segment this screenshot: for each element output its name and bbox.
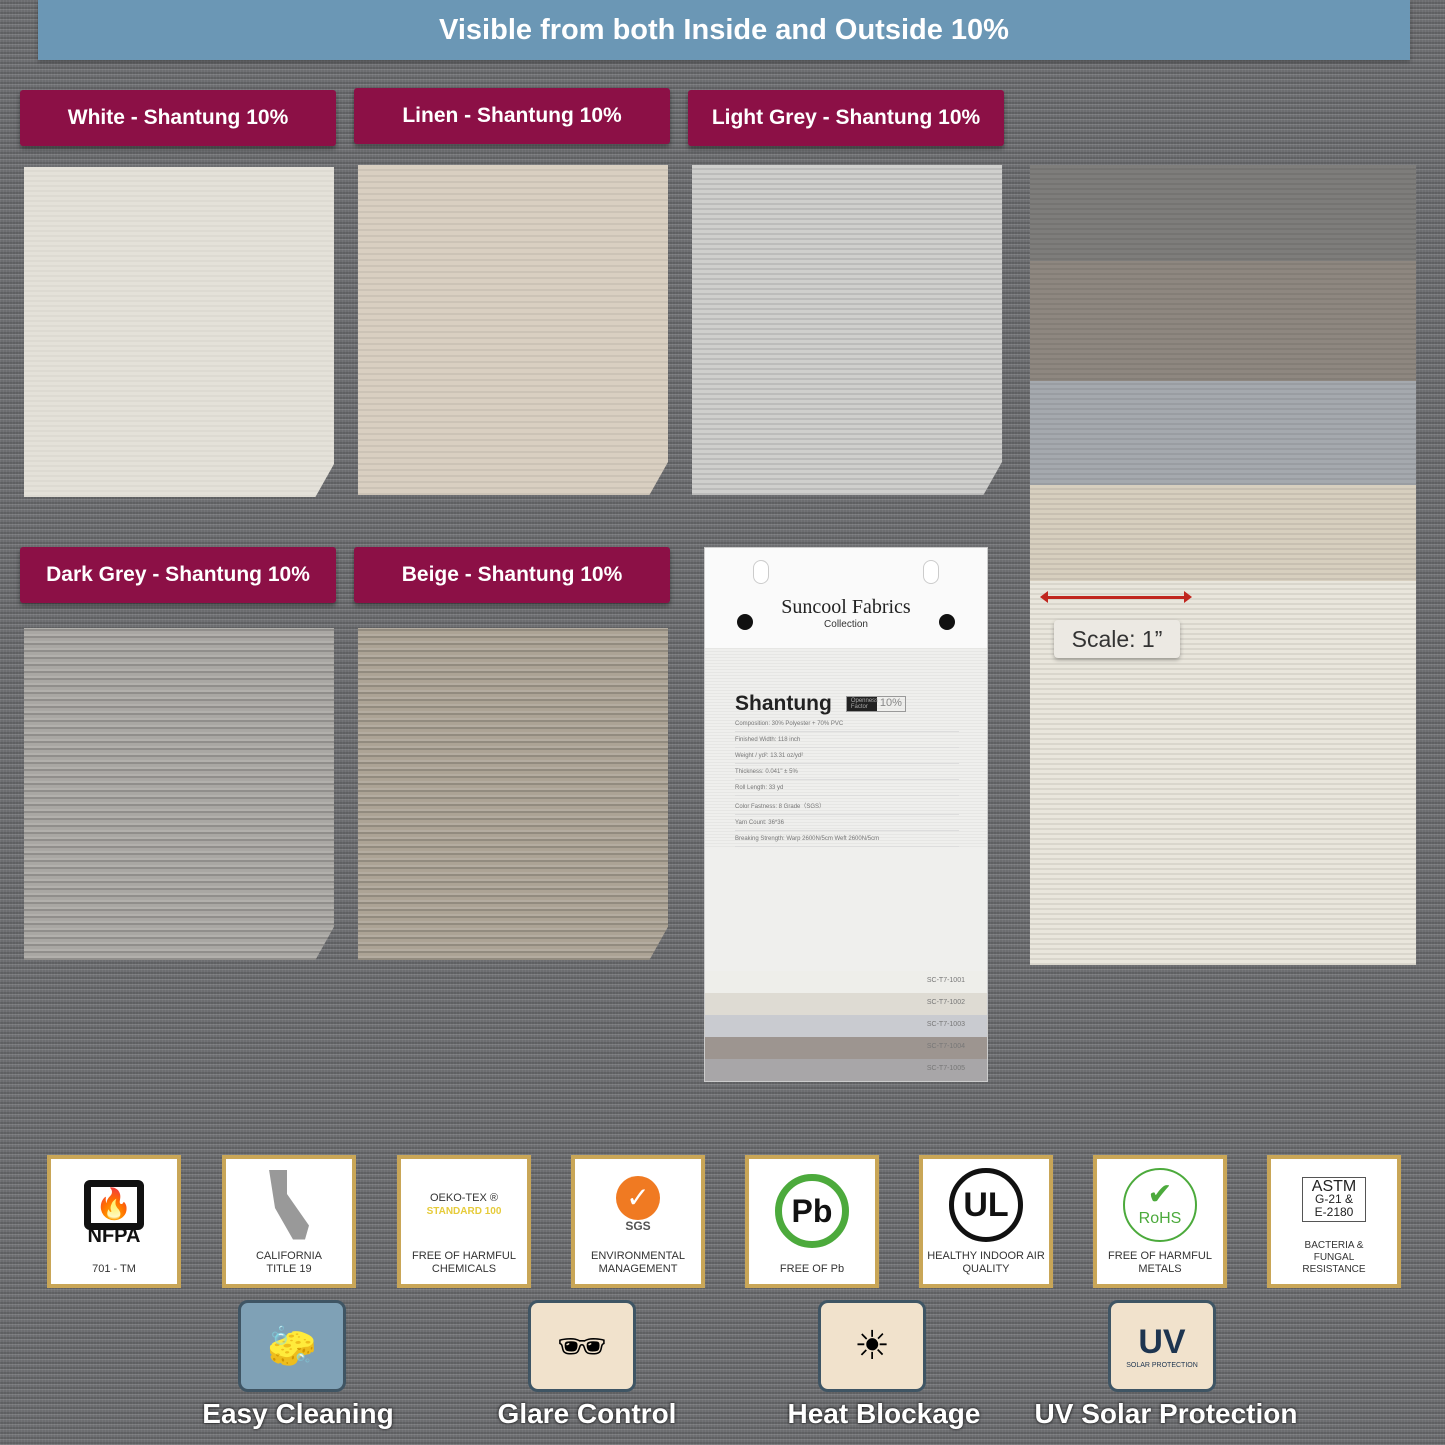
fabric-code: SC-T7-1001 [705,971,987,993]
openness-tag: Openness Factor 10% [845,696,906,712]
swatch-label-beige: Beige - Shantung 10% [354,547,670,603]
california-map-icon [226,1159,352,1250]
swatch-beige [358,628,668,960]
swatch-white [24,167,334,497]
scale-label: Scale: 1” [1054,620,1180,658]
swatch-label-light-grey: Light Grey - Shantung 10% [688,90,1004,146]
astm-icon: ASTM G-21 & E-2180 [1271,1159,1397,1240]
spec-line: Yarn Count: 36*36 [735,815,959,831]
fabric-stack-closeup [1030,165,1416,965]
title-banner: Visible from both Inside and Outside 10% [38,0,1410,60]
sample-card: Suncool Fabrics Collection Shantung Open… [704,547,988,1082]
fabric-code: SC-T7-1005 [705,1059,987,1081]
badge-sgs: ✓ SGS ENVIRONMENTAL MANAGEMENT [571,1155,705,1288]
flame-icon: 🔥 NFPA [51,1159,177,1263]
scale-arrow-icon [1040,591,1192,603]
rohs-check-icon: ✔ RoHS [1097,1159,1223,1250]
badge-free-of-pb: Pb FREE OF Pb [745,1155,879,1288]
hanger-hole-icon [753,560,769,584]
badge-ul: UL HEALTHY INDOOR AIR QUALITY [919,1155,1053,1288]
fabric-code: SC-T7-1002 [705,993,987,1015]
feature-label: Easy Cleaning [202,1398,394,1429]
spec-line: Composition: 30% Polyester + 70% PVC [735,716,959,732]
swatch-label-linen: Linen - Shantung 10% [354,88,670,144]
hanger-hole-icon [923,560,939,584]
spec-line: Finished Width: 118 inch [735,732,959,748]
uv-shade-icon: UV SOLAR PROTECTION [1108,1300,1216,1392]
swatch-dark-grey [24,628,334,960]
spec-line: Thickness: 0.041" ± 5% [735,764,959,780]
badge-rohs: ✔ RoHS FREE OF HARMFUL METALS [1093,1155,1227,1288]
sgs-check-icon: ✓ SGS [575,1159,701,1250]
badge-nfpa: 🔥 NFPA 701 - TM [47,1155,181,1288]
feature-label: Heat Blockage [787,1398,981,1429]
fabric-code: SC-T7-1004 [705,1037,987,1059]
swatch-label-white: White - Shantung 10% [20,90,336,146]
fabric-code: SC-T7-1003 [705,1015,987,1037]
ul-icon: UL [923,1159,1049,1250]
badge-astm: ASTM G-21 & E-2180 BACTERIA & FUNGAL RESI… [1267,1155,1401,1288]
swatch-light-grey [692,165,1002,495]
card-brand: Suncool Fabrics [781,596,911,618]
card-title: Shantung [735,692,832,715]
feature-label: Glare Control [497,1398,677,1429]
rivet-icon [939,614,955,630]
spec-line: Breaking Strength: Warp 2600N/5cm Weft 2… [735,831,959,847]
spec-line: Roll Length: 33 yd [735,780,959,796]
swatch-label-dark-grey: Dark Grey - Shantung 10% [20,547,336,603]
rivet-icon [737,614,753,630]
sponge-icon: 🧽 [238,1300,346,1392]
no-lead-icon: Pb [749,1159,875,1263]
oeko-tex-icon: OEKO-TEX ® STANDARD 100 [426,1191,502,1217]
badge-california: CALIFORNIA TITLE 19 [222,1155,356,1288]
spec-line: Color Fastness: 8 Grade（SGS） [735,796,959,815]
swatch-linen [358,165,668,495]
sun-shade-icon: ☀ [818,1300,926,1392]
badge-oeko-tex: OEKO-TEX ® STANDARD 100 FREE OF HARMFUL … [397,1155,531,1288]
spec-line: Weight / yd²: 13.31 oz/yd² [735,748,959,764]
feature-label: UV Solar Protection [1034,1398,1298,1429]
sunglasses-shade-icon: 🕶 [528,1300,636,1392]
